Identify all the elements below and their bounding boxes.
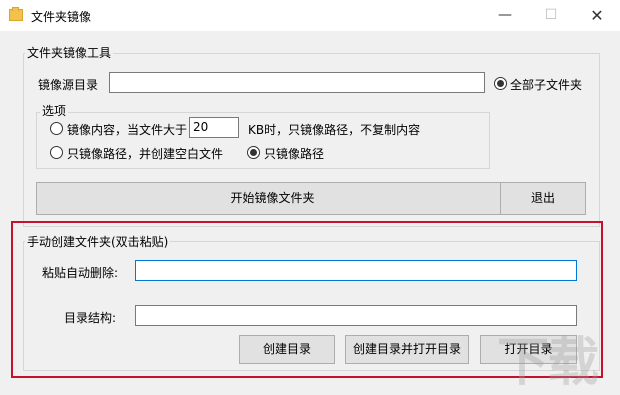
window-title: 文件夹镜像: [31, 10, 92, 24]
start-mirror-button[interactable]: 开始镜像文件夹: [36, 182, 509, 215]
paths-only-radio[interactable]: [247, 146, 260, 159]
close-button[interactable]: ✕: [574, 0, 620, 31]
mirror-content-radio[interactable]: [50, 122, 63, 135]
all-subfolders-label[interactable]: 全部子文件夹: [510, 76, 582, 93]
watermark-logo: 下载: [497, 332, 599, 393]
source-dir-input[interactable]: [109, 72, 485, 93]
size-threshold-suffix: KB时，只镜像路径，不复制内容: [248, 123, 421, 137]
blank-files-label[interactable]: 只镜像路径，并创建空白文件: [67, 145, 223, 162]
mirror-tool-group-title: 文件夹镜像工具: [25, 44, 114, 61]
source-dir-label: 镜像源目录: [38, 78, 99, 92]
options-group-title: 选项: [40, 102, 69, 119]
mirror-content-label[interactable]: 镜像内容，当文件大于: [67, 121, 187, 138]
title-bar: 文件夹镜像 — ☐ ✕: [0, 0, 620, 31]
folder-icon: [9, 7, 23, 21]
paths-only-label[interactable]: 只镜像路径: [264, 145, 324, 162]
all-subfolders-radio[interactable]: [494, 77, 507, 90]
blank-files-radio[interactable]: [50, 146, 63, 159]
maximize-button[interactable]: ☐: [528, 0, 574, 31]
minimize-button[interactable]: —: [482, 0, 528, 31]
exit-button[interactable]: 退出: [500, 182, 586, 215]
size-threshold-input[interactable]: 20: [189, 117, 239, 138]
